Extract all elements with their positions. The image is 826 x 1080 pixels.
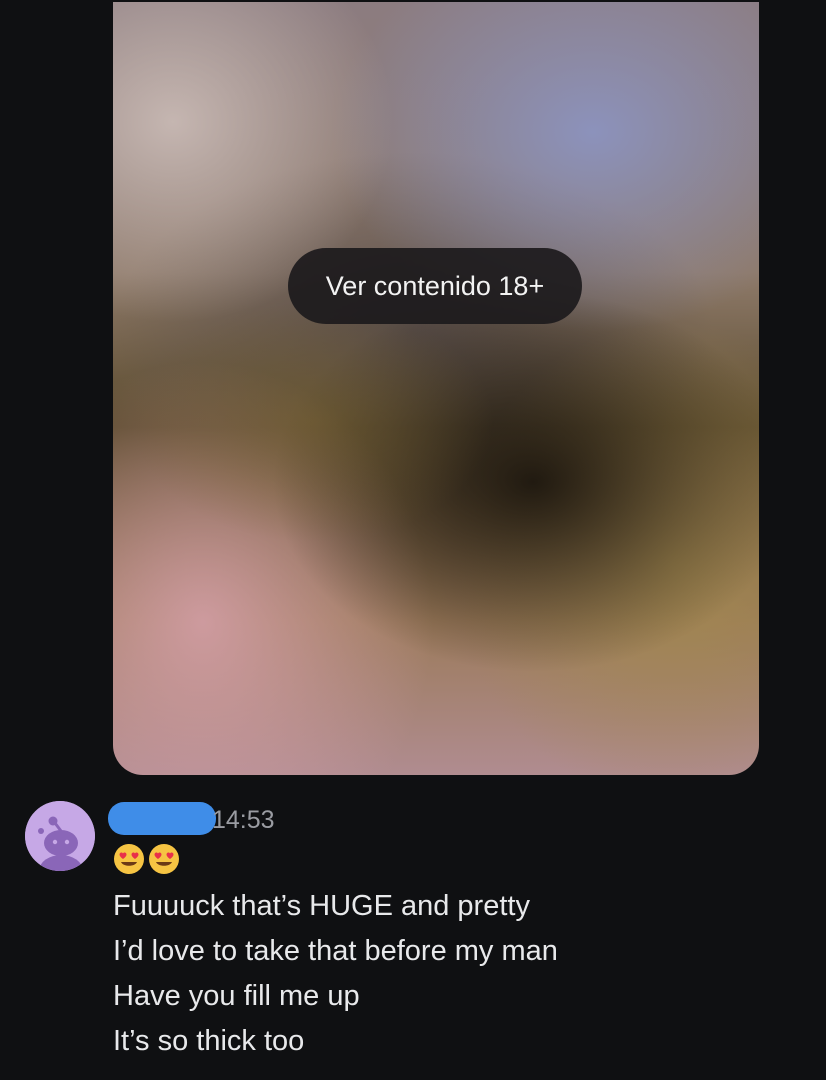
message-line: I’d love to take that before my man [113,935,558,967]
view-nsfw-content-button[interactable]: Ver contenido 18+ [288,248,582,324]
blurred-media-preview[interactable]: Ver contenido 18+ [113,2,759,775]
emoji-row [113,843,180,875]
username-redacted [108,802,216,835]
message-timestamp: 14:53 [212,806,275,834]
avatar[interactable] [25,801,95,871]
message-body: Fuuuuck that’s HUGE and pretty I’d love … [113,884,558,1064]
view-nsfw-content-label: Ver contenido 18+ [325,270,545,301]
chat-view: Ver contenido 18+ 14:53 Fuuuuck that’s H… [0,0,826,1080]
message-line: It’s so thick too [113,1025,305,1057]
heart-eyes-emoji-icon [149,844,179,874]
message-line: Fuuuuck that’s HUGE and pretty [113,890,530,922]
message-line: Have you fill me up [113,980,360,1012]
snoo-avatar-icon [25,801,95,871]
heart-eyes-emoji-icon [114,844,144,874]
